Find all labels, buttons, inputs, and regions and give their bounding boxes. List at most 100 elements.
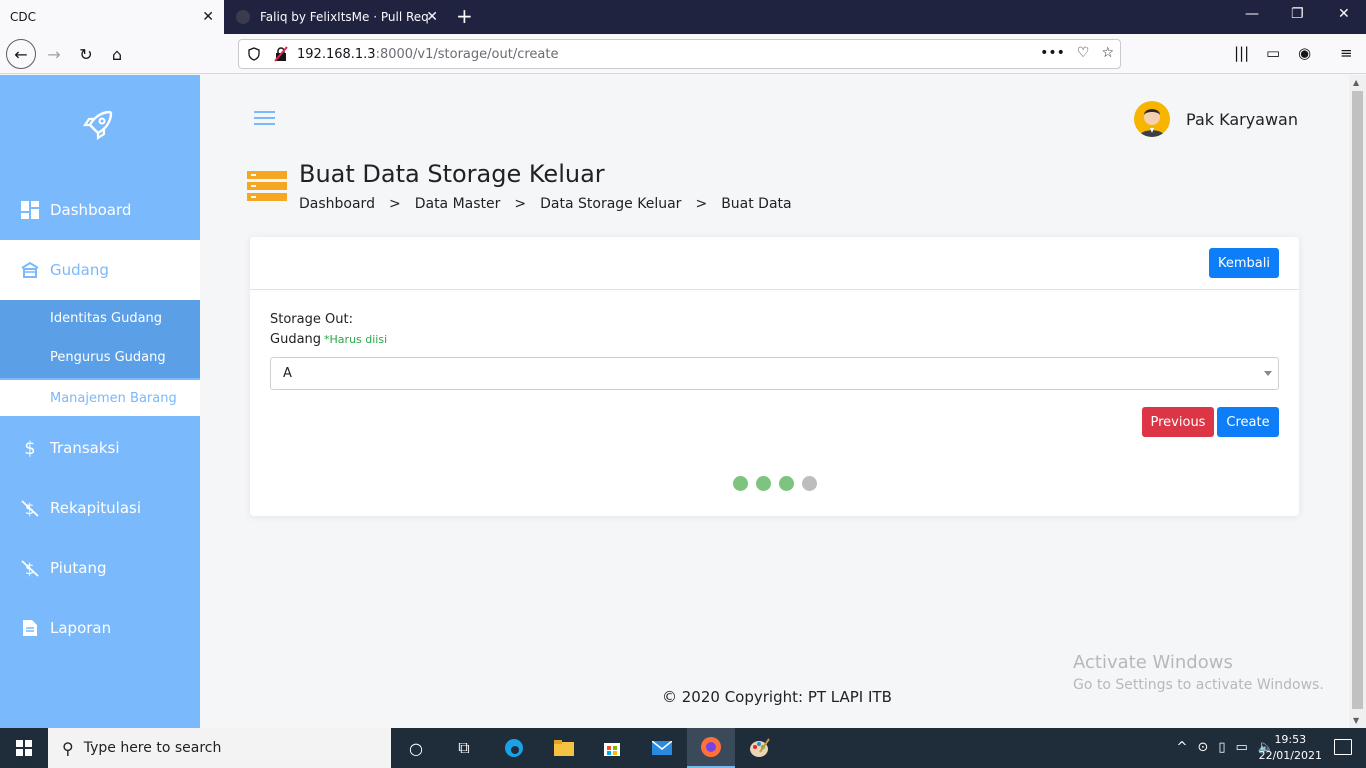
cortana-icon[interactable]: ○: [392, 728, 440, 768]
paint-icon[interactable]: [736, 728, 784, 768]
breadcrumb-data-master[interactable]: Data Master: [415, 196, 501, 212]
firefox-icon[interactable]: [687, 728, 735, 768]
more-actions-icon[interactable]: •••: [1040, 45, 1065, 61]
camera-icon[interactable]: ⊙: [1197, 740, 1208, 755]
task-view-icon[interactable]: ⧉: [440, 728, 488, 768]
rocket-logo-icon[interactable]: [80, 107, 116, 143]
scroll-down-icon[interactable]: ▼: [1353, 716, 1359, 725]
sidebar-item-laporan[interactable]: Laporan: [0, 598, 200, 658]
required-note: *Harus diisi: [324, 333, 388, 346]
mail-icon[interactable]: [638, 728, 686, 768]
step-dot: [756, 476, 771, 491]
tab-label: Faliq by FelixItsMe · Pull Reque: [260, 10, 428, 24]
insecure-lock-icon: [274, 46, 288, 62]
back-button[interactable]: Kembali: [1209, 248, 1279, 278]
previous-button[interactable]: Previous: [1142, 407, 1214, 437]
url-path: :8000/v1/storage/out/create: [375, 46, 559, 62]
taskbar-clock[interactable]: 19:53 22/01/2021: [1259, 732, 1322, 764]
back-icon[interactable]: ←: [6, 39, 36, 69]
browser-tab-bar: CDC ✕ Faliq by FelixItsMe · Pull Reque ✕…: [0, 0, 1366, 34]
sidebar-item-piutang[interactable]: $ Piutang: [0, 538, 200, 598]
url-actions: ••• ♡ ☆: [1040, 45, 1114, 61]
taskbar-search-input[interactable]: ⚲ Type here to search: [48, 728, 391, 768]
windows-start-icon[interactable]: [0, 728, 48, 768]
bookmark-star-icon[interactable]: ☆: [1101, 45, 1114, 61]
forward-icon[interactable]: →: [42, 42, 66, 66]
sidebar-item-label: Rekapitulasi: [50, 499, 142, 517]
close-window-icon[interactable]: ✕: [1338, 6, 1350, 22]
create-button[interactable]: Create: [1217, 407, 1279, 437]
chevron-up-icon[interactable]: ^: [1177, 740, 1188, 755]
sidebar-subitem-manajemen-barang[interactable]: Manajemen Barang: [0, 380, 200, 416]
chevron-down-icon: [1264, 371, 1272, 376]
sidebar-item-gudang[interactable]: Gudang: [0, 240, 200, 300]
sidebar-item-label: Piutang: [50, 559, 107, 577]
home-icon[interactable]: ⌂: [105, 42, 129, 66]
sidebar-toggle-icon[interactable]: ▭: [1266, 44, 1280, 62]
hamburger-menu-icon[interactable]: [254, 111, 275, 129]
store-icon[interactable]: [588, 728, 636, 768]
document-icon: [20, 618, 40, 638]
new-tab-icon[interactable]: +: [456, 4, 473, 28]
server-list-icon: [247, 171, 287, 204]
reload-icon[interactable]: ↻: [74, 42, 98, 66]
sidebar: Dashboard Gudang Identitas Gudang Pengur…: [0, 75, 200, 728]
section-label: Storage Out:: [270, 312, 353, 327]
step-dot: [779, 476, 794, 491]
warehouse-icon: [20, 260, 40, 280]
sidebar-item-transaksi[interactable]: $ Transaksi: [0, 418, 200, 478]
account-icon[interactable]: ◉: [1298, 44, 1311, 62]
notification-icon[interactable]: [1334, 739, 1352, 755]
sidebar-item-rekapitulasi[interactable]: $ Rekapitulasi: [0, 478, 200, 538]
url-bar[interactable]: 192.168.1.3:8000/v1/storage/out/create •…: [238, 39, 1121, 69]
user-menu[interactable]: Pak Karyawan: [1134, 101, 1298, 137]
tab-label: CDC: [10, 10, 36, 24]
sidebar-subitem-pengurus-gudang[interactable]: Pengurus Gudang: [50, 350, 166, 365]
breadcrumb-data-storage-keluar[interactable]: Data Storage Keluar: [540, 196, 681, 212]
breadcrumb: Dashboard > Data Master > Data Storage K…: [299, 196, 792, 212]
edge-icon[interactable]: [490, 728, 538, 768]
scrollbar-thumb[interactable]: [1352, 91, 1363, 709]
close-icon[interactable]: ✕: [202, 9, 214, 25]
tab-pull-request[interactable]: Faliq by FelixItsMe · Pull Reque ✕: [226, 0, 448, 34]
battery-icon[interactable]: ▯: [1218, 740, 1225, 755]
card-header: Kembali: [250, 237, 1299, 290]
url-host: 192.168.1.3: [297, 46, 376, 62]
breadcrumb-separator: >: [388, 196, 401, 212]
activate-windows-subtitle: Go to Settings to activate Windows.: [1073, 677, 1324, 693]
avatar: [1134, 101, 1171, 137]
breadcrumb-dashboard[interactable]: Dashboard: [299, 196, 375, 212]
network-icon[interactable]: ▭: [1236, 740, 1248, 755]
pocket-icon[interactable]: ♡: [1077, 45, 1090, 61]
clock-time: 19:53: [1274, 733, 1307, 746]
sidebar-item-dashboard[interactable]: Dashboard: [0, 180, 200, 240]
footer-copyright: © 2020 Copyright: PT LAPI ITB: [662, 688, 892, 706]
gudang-submenu: Identitas Gudang Pengurus Gudang: [0, 300, 200, 378]
dollar-slash-icon: $: [20, 558, 40, 578]
gudang-label-text: Gudang: [270, 332, 322, 347]
step-indicator: [733, 476, 817, 491]
sidebar-item-label: Gudang: [50, 261, 109, 279]
sidebar-subitem-identitas-gudang[interactable]: Identitas Gudang: [50, 311, 162, 326]
search-placeholder: Type here to search: [83, 740, 222, 756]
close-icon[interactable]: ✕: [426, 9, 438, 25]
gudang-select[interactable]: A: [270, 357, 1279, 390]
dashboard-icon: [20, 200, 40, 220]
restore-icon[interactable]: ❐: [1291, 6, 1304, 22]
minimize-icon[interactable]: —: [1245, 6, 1259, 22]
step-dot: [733, 476, 748, 491]
step-dot: [802, 476, 817, 491]
browser-nav-bar: ← → ↻ ⌂ 192.168.1.3:8000/v1/storage/out/…: [0, 34, 1366, 74]
shield-icon: [248, 47, 260, 61]
scroll-up-icon[interactable]: ▲: [1353, 78, 1359, 87]
file-explorer-icon[interactable]: [540, 728, 588, 768]
page-scrollbar[interactable]: ▲ ▼: [1349, 75, 1366, 728]
menu-icon[interactable]: ≡: [1340, 44, 1353, 62]
sidebar-item-label: Dashboard: [50, 201, 132, 219]
breadcrumb-buat-data: Buat Data: [721, 196, 792, 212]
username: Pak Karyawan: [1186, 109, 1298, 129]
search-icon: ⚲: [62, 738, 74, 758]
tab-cdc[interactable]: CDC ✕: [0, 0, 224, 34]
library-icon[interactable]: |||: [1234, 44, 1249, 62]
github-icon: [236, 10, 250, 24]
